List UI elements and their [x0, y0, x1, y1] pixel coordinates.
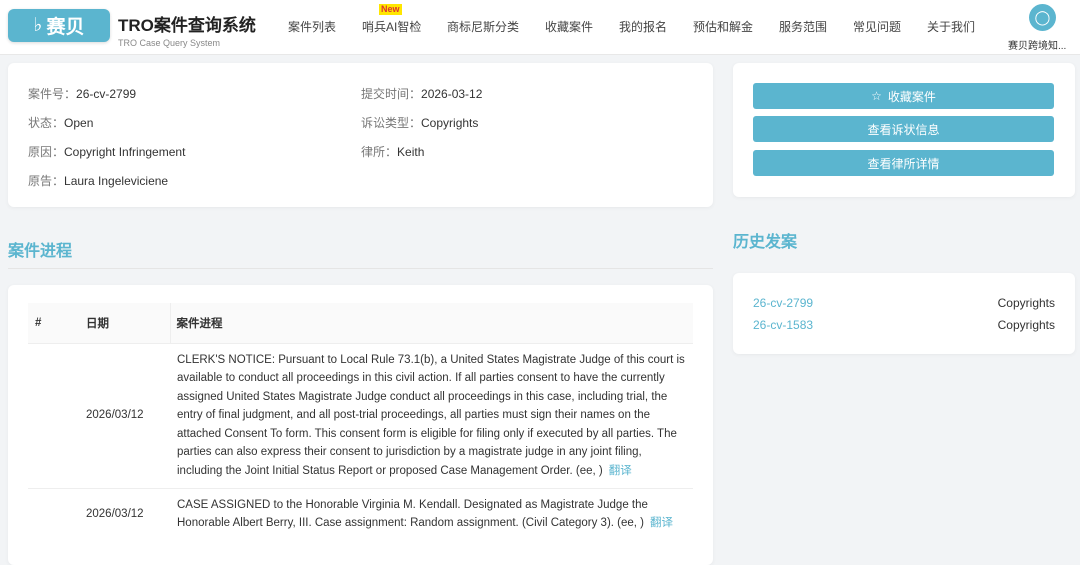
nav-case-list[interactable]: 案件列表 [288, 18, 336, 35]
col-progress: 案件进程 [169, 303, 693, 343]
nav-nice-class[interactable]: 商标尼斯分类 [447, 18, 519, 35]
value: 26-cv-2799 [76, 87, 137, 101]
logo[interactable]: ♭ 赛贝 [8, 9, 110, 42]
case-type: 诉讼类型：Copyrights [361, 114, 478, 131]
user-avatar-icon[interactable]: ◯ [1029, 4, 1056, 31]
case-cause: 原因：Copyright Infringement [28, 143, 185, 160]
top-header: ♭ 赛贝 TRO案件查询系统 TRO Case Query System New … [0, 0, 1080, 55]
progress-card: # 日期 案件进程 2026/03/12 CLERK'S NOTICE: Pur… [8, 285, 713, 565]
label: 案件号： [28, 87, 77, 101]
nav-ai-check[interactable]: 哨兵AI智检 [362, 18, 421, 35]
row-num [28, 342, 86, 489]
case-status: 状态：Open [28, 114, 93, 131]
divider [8, 268, 713, 269]
value: Open [64, 116, 94, 130]
logo-icon: ♭ [33, 15, 43, 36]
translate-link[interactable]: 翻译 [609, 465, 632, 477]
new-badge: New [379, 4, 402, 15]
brand: TRO案件查询系统 TRO Case Query System [118, 11, 256, 48]
label: 收藏案件 [887, 89, 936, 104]
label: 律所： [361, 145, 398, 159]
table-header: # 日期 案件进程 [28, 303, 693, 343]
app-title: TRO案件查询系统 [118, 16, 256, 35]
history-case-link[interactable]: 26-cv-2799 [753, 296, 813, 310]
label: 提交时间： [361, 87, 422, 101]
col-date: 日期 [86, 303, 170, 343]
progress-table: # 日期 案件进程 2026/03/12 CLERK'S NOTICE: Pur… [28, 303, 693, 540]
label: 原因： [28, 145, 65, 159]
case-info-card: 案件号：26-cv-2799 提交时间：2026-03-12 状态：Open 诉… [8, 63, 713, 207]
value: 2026-03-12 [421, 87, 483, 101]
nav-settlement[interactable]: 预估和解金 [693, 18, 753, 35]
value: Laura Ingeleviciene [64, 174, 169, 188]
row-date: 2026/03/12 [86, 342, 170, 489]
view-firm-button[interactable]: 查看律所详情 [753, 150, 1054, 176]
history-case-link[interactable]: 26-cv-1583 [753, 318, 813, 332]
row-date: 2026/03/12 [86, 487, 170, 540]
case-number: 案件号：26-cv-2799 [28, 85, 136, 102]
history-case-type: Copyrights [997, 296, 1055, 310]
translate-link[interactable]: 翻译 [650, 517, 673, 529]
label: 原告： [28, 174, 65, 188]
nav-favorites[interactable]: 收藏案件 [545, 18, 593, 35]
value: Copyright Infringement [64, 145, 186, 159]
logo-text: 赛贝 [46, 17, 85, 38]
history-title: 历史发案 [733, 234, 798, 251]
table-row: 2026/03/12 CLERK'S NOTICE: Pursuant to L… [28, 342, 693, 489]
row-num [28, 487, 86, 540]
submit-time: 提交时间：2026-03-12 [361, 85, 482, 102]
plaintiff: 原告：Laura Ingeleviciene [28, 172, 168, 189]
progress-title: 案件进程 [8, 243, 73, 260]
history-card: 26-cv-2799 Copyrights 26-cv-1583 Copyrig… [733, 273, 1075, 354]
table-row: 2026/03/12 CASE ASSIGNED to the Honorabl… [28, 487, 693, 540]
value: Keith [397, 145, 425, 159]
nav-faq[interactable]: 常见问题 [853, 18, 901, 35]
row-text: CASE ASSIGNED to the Honorable Virginia … [177, 498, 648, 530]
nav-my-signup[interactable]: 我的报名 [619, 18, 667, 35]
actions-card: ☆ 收藏案件 查看诉状信息 查看律所详情 [733, 63, 1075, 197]
value: Copyrights [421, 116, 479, 130]
user-name[interactable]: 赛贝跨境知... [1008, 37, 1066, 52]
label: 诉讼类型： [361, 116, 422, 130]
law-firm: 律所：Keith [361, 143, 424, 160]
label: 状态： [28, 116, 65, 130]
history-case-type: Copyrights [997, 318, 1055, 332]
app-subtitle: TRO Case Query System [118, 38, 221, 48]
nav-about[interactable]: 关于我们 [927, 18, 975, 35]
row-text: CLERK'S NOTICE: Pursuant to Local Rule 7… [177, 353, 685, 478]
nav-services[interactable]: 服务范围 [779, 18, 827, 35]
view-complaint-button[interactable]: 查看诉状信息 [753, 116, 1054, 142]
star-icon: ☆ [871, 89, 882, 103]
favorite-button[interactable]: ☆ 收藏案件 [753, 83, 1054, 109]
col-num: # [28, 303, 86, 343]
